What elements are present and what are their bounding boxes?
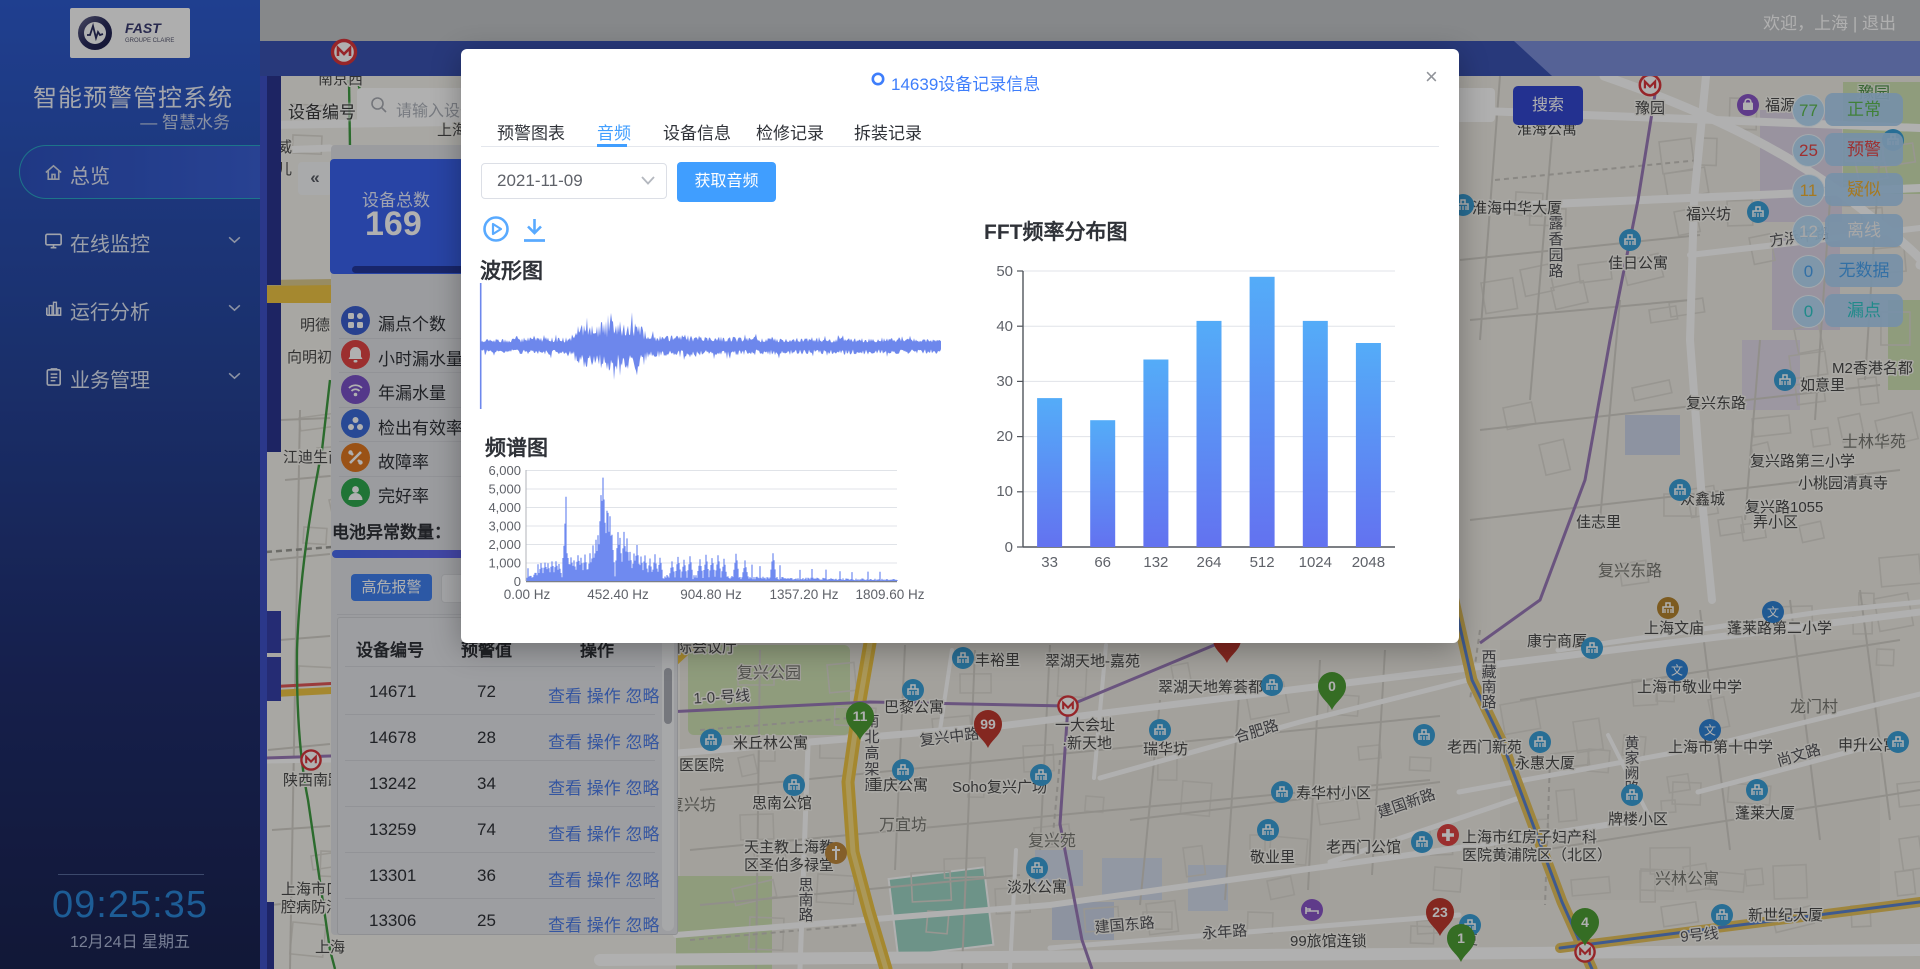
- svg-text:5,000: 5,000: [488, 482, 521, 497]
- svg-text:904.80 Hz: 904.80 Hz: [680, 587, 742, 602]
- svg-text:6,000: 6,000: [488, 463, 521, 478]
- svg-text:30: 30: [996, 373, 1013, 390]
- svg-text:0.00 Hz: 0.00 Hz: [504, 587, 551, 602]
- svg-text:3,000: 3,000: [488, 519, 521, 534]
- svg-text:1357.20 Hz: 1357.20 Hz: [769, 587, 838, 602]
- svg-text:0: 0: [1005, 539, 1013, 556]
- svg-text:4,000: 4,000: [488, 500, 521, 515]
- svg-text:2,000: 2,000: [488, 537, 521, 552]
- svg-text:33: 33: [1041, 554, 1058, 571]
- svg-text:10: 10: [996, 483, 1013, 500]
- svg-text:132: 132: [1143, 554, 1168, 571]
- svg-text:1,000: 1,000: [488, 556, 521, 571]
- svg-text:50: 50: [996, 263, 1013, 280]
- svg-text:66: 66: [1094, 554, 1111, 571]
- svg-text:264: 264: [1196, 554, 1221, 571]
- svg-text:40: 40: [996, 318, 1013, 335]
- svg-text:512: 512: [1250, 554, 1275, 571]
- svg-text:2048: 2048: [1352, 554, 1385, 571]
- svg-text:1809.60 Hz: 1809.60 Hz: [855, 587, 924, 602]
- svg-text:452.40 Hz: 452.40 Hz: [587, 587, 649, 602]
- svg-text:1024: 1024: [1299, 554, 1332, 571]
- svg-text:20: 20: [996, 428, 1013, 445]
